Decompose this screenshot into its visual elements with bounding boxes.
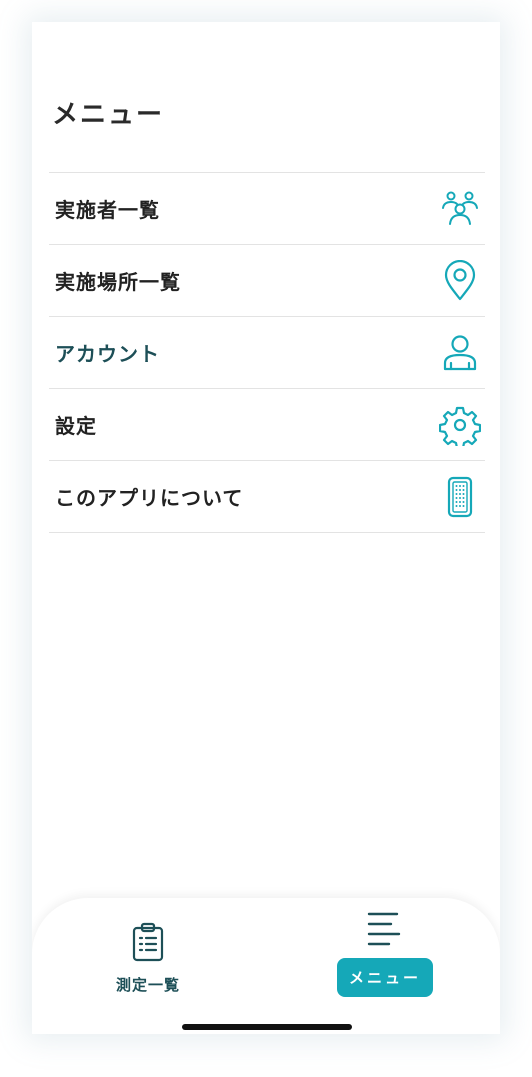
app-window: メニュー 実施者一覧 実施場所一覧 アカウント 設定 このアプリについて 測定一… [32,22,500,1034]
people-icon [437,186,483,232]
clipboard-icon [131,922,165,966]
menu-item-settings[interactable]: 設定 [49,389,485,461]
tab-label: 測定一覧 [115,976,180,994]
page-title: メニュー [52,100,165,130]
menu-item-about-app[interactable]: このアプリについて [49,461,485,533]
smartphone-icon [437,474,483,520]
menu-item-label: 実施者一覧 [55,198,160,222]
location-pin-icon [437,258,483,304]
gear-icon [437,402,483,448]
menu-item-label: このアプリについて [55,486,244,510]
menu-item-label: 設定 [55,414,97,438]
bottom-tab-bar: 測定一覧 メニュー [32,898,500,1034]
menu-lines-icon [365,910,405,952]
menu-item-label: 実施場所一覧 [55,270,181,294]
menu-item-label: アカウント [55,342,160,366]
screen: メニュー 実施者一覧 実施場所一覧 アカウント 設定 このアプリについて 測定一… [0,0,532,1077]
menu-item-locations[interactable]: 実施場所一覧 [49,245,485,317]
menu-item-practitioners[interactable]: 実施者一覧 [49,173,485,245]
account-icon [437,330,483,376]
menu-list: 実施者一覧 実施場所一覧 アカウント 設定 このアプリについて [49,172,485,533]
menu-item-account[interactable]: アカウント [49,317,485,389]
tab-measurement-list[interactable]: 測定一覧 [100,922,196,995]
tab-label: メニュー [336,958,433,997]
home-indicator [182,1024,352,1030]
tab-menu[interactable]: メニュー [332,910,438,997]
